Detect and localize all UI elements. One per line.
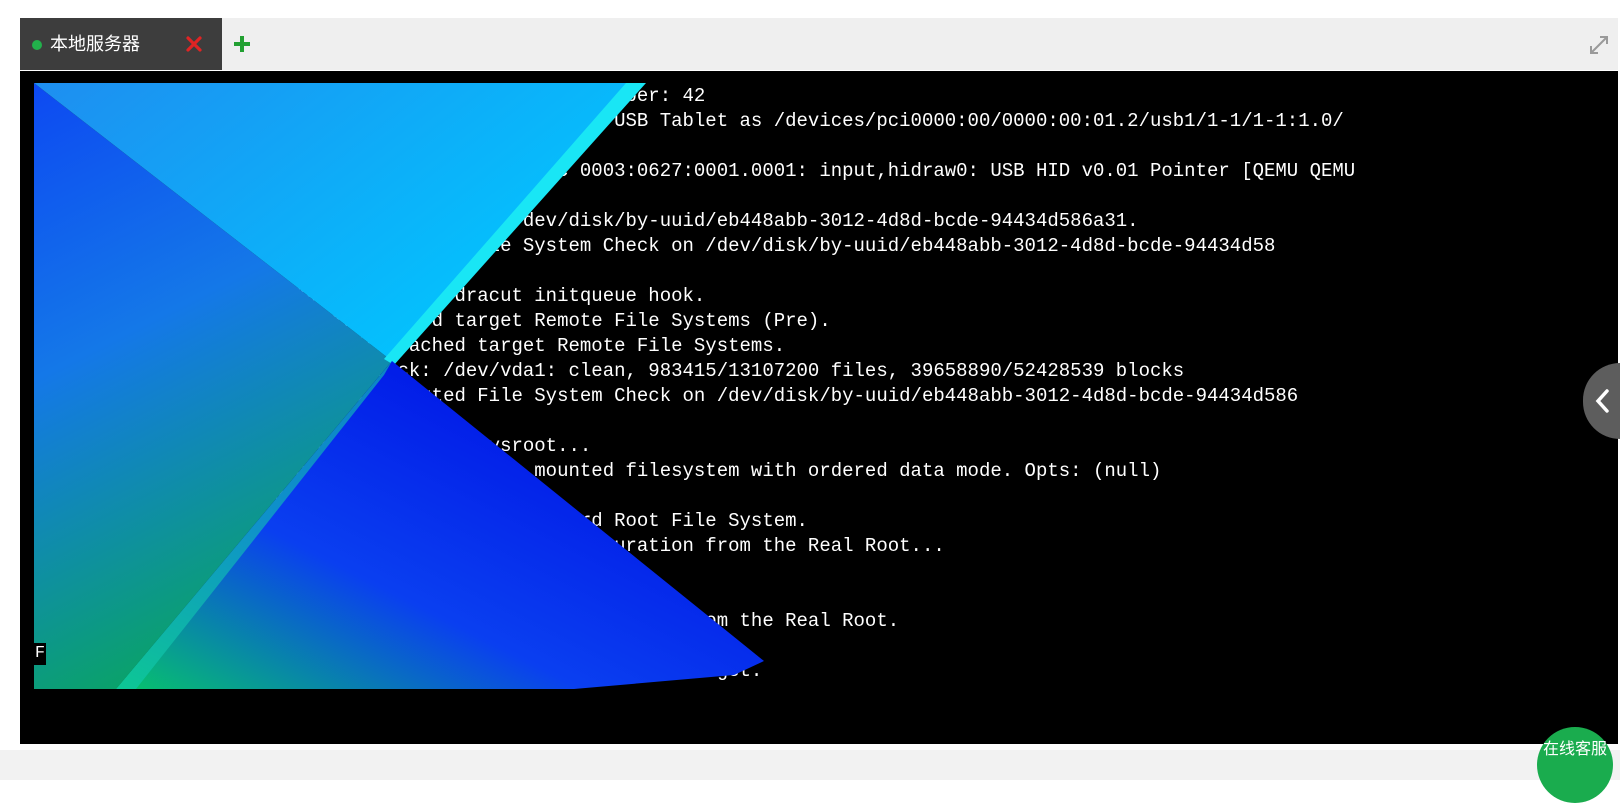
chevron-left-icon — [1595, 389, 1609, 413]
plus-icon[interactable] — [232, 34, 252, 54]
support-label: 在线客服 — [1542, 741, 1607, 758]
tab-bar: 本地服务器 — [20, 18, 1618, 70]
web-console-frame: 本地服务器 sb 1-1: SerialNumber: 42 — [20, 18, 1618, 744]
online-support-button[interactable]: 在线客服 — [1537, 727, 1613, 803]
expand-icon[interactable] — [1588, 34, 1610, 56]
console-cursor: F — [34, 643, 46, 665]
close-x-icon[interactable] — [184, 34, 204, 54]
status-dot-icon — [32, 40, 42, 50]
tab-local-server[interactable]: 本地服务器 — [20, 18, 222, 70]
page-bottom-strip — [0, 750, 1620, 780]
tab-label: 本地服务器 — [50, 34, 140, 54]
terminal-screen[interactable]: sb 1-1: SerialNumber: 42 input: QEMU QEM… — [20, 71, 1618, 744]
boot-logo-image — [34, 83, 764, 693]
